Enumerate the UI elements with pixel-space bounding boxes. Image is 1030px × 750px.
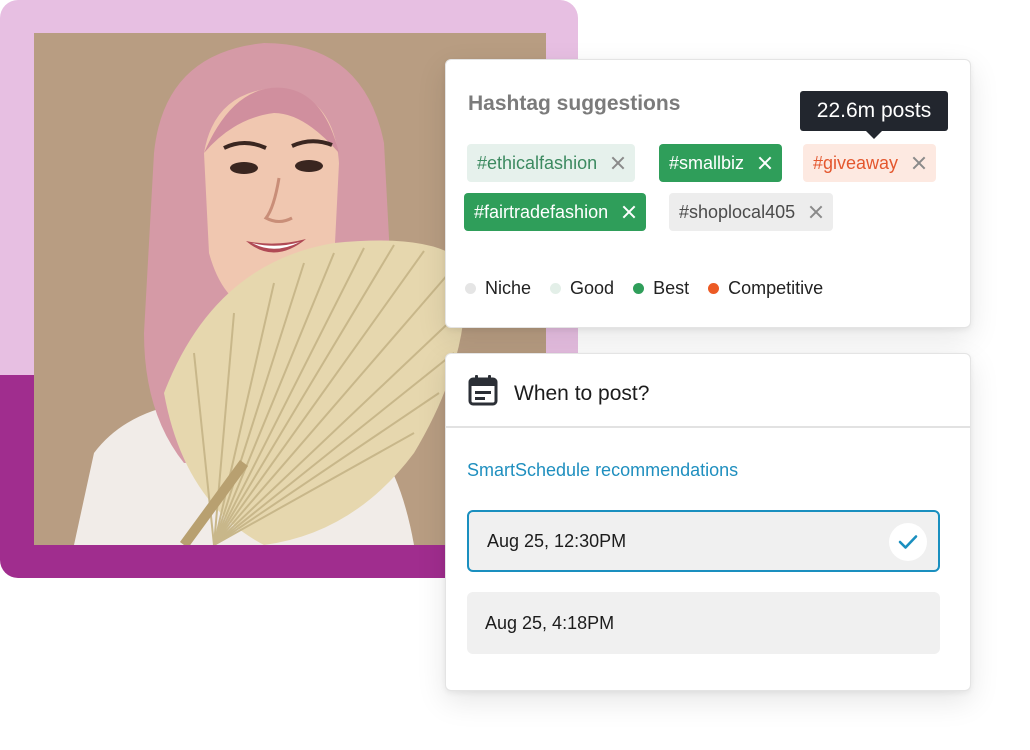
smartschedule-link[interactable]: SmartSchedule recommendations <box>467 460 738 481</box>
legend-item-good: Good <box>550 278 614 299</box>
check-icon <box>889 523 927 561</box>
hashtag-suggestions-card: Hashtag suggestions 22.6m posts #ethical… <box>445 59 971 328</box>
legend-dot-good <box>550 283 562 294</box>
hashtag-chip-label: #giveaway <box>813 152 899 173</box>
close-icon[interactable] <box>611 156 625 170</box>
hashtag-chip-label: #ethicalfashion <box>477 152 598 173</box>
hashtag-chip-ethicalfashion[interactable]: #ethicalfashion <box>467 144 636 182</box>
legend-label: Good <box>570 278 615 298</box>
when-to-post-card: When to post? SmartSchedule recommendati… <box>445 353 971 691</box>
legend-label: Niche <box>485 278 532 298</box>
hashtag-chip-label: #shoplocal405 <box>679 201 796 222</box>
hashtag-legend: Niche Good Best Competitive <box>465 278 842 299</box>
legend-dot-competitive <box>708 283 720 294</box>
time-slot-option[interactable]: Aug 25, 12:30PM <box>467 510 940 572</box>
post-count-tooltip: 22.6m posts <box>800 91 948 139</box>
time-slot-label: Aug 25, 12:30PM <box>487 530 627 551</box>
close-icon[interactable] <box>622 205 636 219</box>
schedule-title: When to post? <box>514 382 650 405</box>
close-icon[interactable] <box>912 156 926 170</box>
close-icon[interactable] <box>758 156 772 170</box>
close-icon[interactable] <box>809 205 823 219</box>
hashtag-chip-shoplocal405[interactable]: #shoplocal405 <box>669 193 834 231</box>
hashtag-chip-label: #smallbiz <box>669 152 745 173</box>
legend-item-niche: Niche <box>465 278 531 299</box>
calendar-icon <box>468 375 498 406</box>
hashtag-chip-fairtradefashion[interactable]: #fairtradefashion <box>464 193 647 231</box>
legend-item-competitive: Competitive <box>708 278 823 299</box>
time-slot-option[interactable]: Aug 25, 4:18PM <box>467 592 940 654</box>
time-slot-label: Aug 25, 4:18PM <box>485 612 615 633</box>
hashtag-chip-label: #fairtradefashion <box>474 201 609 222</box>
legend-label: Competitive <box>728 278 824 298</box>
schedule-header: When to post? <box>446 354 970 428</box>
legend-dot-best <box>633 283 645 294</box>
hashtag-card-title: Hashtag suggestions <box>468 92 681 115</box>
legend-item-best: Best <box>633 278 689 299</box>
hashtag-chip-giveaway[interactable]: #giveaway <box>803 144 937 182</box>
hashtag-chip-smallbiz[interactable]: #smallbiz <box>659 144 783 182</box>
legend-dot-niche <box>465 283 476 294</box>
legend-label: Best <box>653 278 690 298</box>
